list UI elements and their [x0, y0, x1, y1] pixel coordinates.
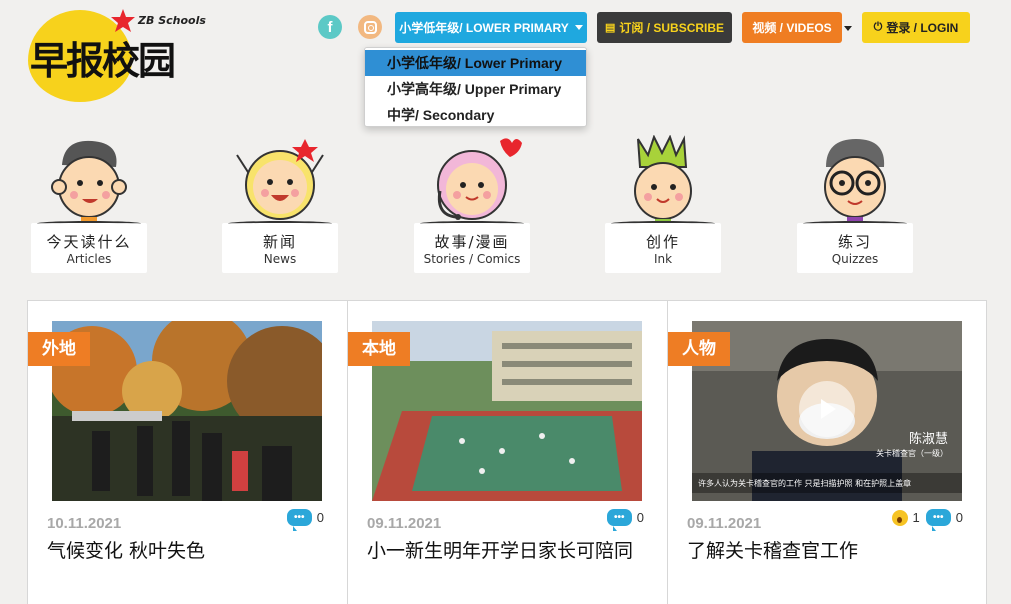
wow-count: 1: [912, 510, 920, 525]
category-tag: 人物: [668, 332, 730, 366]
category-en-label: Ink: [653, 251, 673, 266]
category-cn-label: 今天读什么: [46, 232, 132, 251]
headset-mascot-icon: [437, 138, 522, 220]
videos-label: 视频 / VIDEOS: [752, 21, 832, 35]
article-date: 10.11.2021: [47, 515, 122, 532]
category-cn-label: 故事/漫画: [434, 232, 510, 251]
category-en-label: Stories / Comics: [423, 251, 521, 266]
instagram-icon[interactable]: [358, 15, 382, 39]
article-thumbnail[interactable]: [52, 321, 322, 501]
comment-count: 0: [636, 510, 644, 525]
comment-count: 0: [316, 510, 324, 525]
category-stories-comics[interactable]: 故事/漫画 Stories / Comics: [414, 135, 530, 273]
article-card[interactable]: 外地 10.11.2021 ••• 0 气候变化 秋叶失色: [27, 301, 347, 604]
category-tag: 本地: [348, 332, 410, 366]
article-date: 09.11.2021: [367, 515, 442, 532]
category-news[interactable]: 新闻 News: [222, 135, 338, 273]
play-icon[interactable]: [799, 381, 855, 437]
category-cn-label: 练习: [837, 232, 872, 251]
article-thumbnail[interactable]: 陈淑慧 关卡稽查官（一级） 许多人认为关卡稽查官的工作 只是扫描护照 和在护照上…: [692, 321, 962, 501]
autumn-park-image: [52, 321, 322, 501]
article-card[interactable]: 本地 09.11.2021 ••• 0 小一新生明年开学日家长可陪同: [347, 301, 667, 604]
category-card: 练习 Quizzes: [797, 221, 913, 273]
dropdown-item-upper-primary[interactable]: 小学高年级/ Upper Primary: [365, 76, 586, 102]
level-dropdown-menu: 小学低年级/ Lower Primary 小学高年级/ Upper Primar…: [364, 47, 587, 127]
video-caption-role: 关卡稽查官（一级）: [876, 449, 948, 458]
videos-dropdown-caret-icon[interactable]: [844, 26, 852, 31]
comment-count: 0: [955, 510, 963, 525]
newspaper-icon: ▤: [604, 22, 616, 34]
comment-icon[interactable]: •••: [286, 509, 312, 526]
dropdown-item-lower-primary[interactable]: 小学低年级/ Lower Primary: [365, 50, 586, 76]
video-caption-name: 陈淑慧: [908, 432, 948, 447]
instagram-glyph: [363, 20, 377, 34]
video-subtitle: 许多人认为关卡稽查官的工作 只是扫描护照 和在护照上盖章: [698, 479, 912, 488]
category-articles[interactable]: 今天读什么 Articles: [31, 135, 147, 273]
logo-subtitle: ZB Schools: [138, 14, 206, 27]
article-title[interactable]: 小一新生明年开学日家长可陪同: [367, 536, 633, 563]
girl-mascot-icon: [236, 139, 324, 220]
article-reactions: ••• 0: [286, 509, 327, 526]
article-title[interactable]: 了解关卡稽查官工作: [687, 536, 858, 563]
school-court-image: [372, 321, 642, 501]
star-icon: [111, 9, 135, 32]
category-en-label: Quizzes: [831, 251, 879, 266]
subscribe-button[interactable]: ▤ 订阅 / SUBSCRIBE: [597, 12, 732, 43]
level-select-button[interactable]: 小学低年级/ LOWER PRIMARY: [395, 12, 587, 43]
category-ink[interactable]: 创作 Ink: [605, 135, 721, 273]
category-card: 故事/漫画 Stories / Comics: [414, 221, 530, 273]
article-grid: 外地 10.11.2021 ••• 0 气候变化 秋叶失色 本地 09.11.2…: [27, 300, 987, 604]
category-cn-label: 创作: [645, 232, 680, 251]
videos-button[interactable]: 视频 / VIDEOS: [742, 12, 842, 43]
dropdown-item-secondary[interactable]: 中学/ Secondary: [365, 102, 586, 128]
comment-icon[interactable]: •••: [606, 509, 632, 526]
video-caption: 陈淑慧 关卡稽查官（一级）: [876, 433, 948, 461]
wow-emoji-icon[interactable]: [891, 509, 908, 526]
article-reactions: 1 ••• 0: [891, 509, 966, 526]
category-en-label: Articles: [66, 251, 112, 266]
category-card: 创作 Ink: [605, 221, 721, 273]
logo-text: 早报校园: [30, 39, 176, 83]
login-button[interactable]: ⏻ 登录 / LOGIN: [862, 12, 970, 43]
category-quizzes[interactable]: 练习 Quizzes: [797, 135, 913, 273]
category-cn-label: 新闻: [262, 232, 297, 251]
site-logo[interactable]: 早报校园 ZB Schools: [28, 8, 208, 108]
article-date: 09.11.2021: [687, 515, 762, 532]
article-reactions: ••• 0: [606, 509, 647, 526]
article-title[interactable]: 气候变化 秋叶失色: [47, 536, 205, 563]
boy-mascot-icon: [51, 140, 127, 229]
facebook-icon[interactable]: f: [318, 15, 342, 39]
article-card[interactable]: 陈淑慧 关卡稽查官（一级） 许多人认为关卡稽查官的工作 只是扫描护照 和在护照上…: [667, 301, 987, 604]
subscribe-label: 订阅 / SUBSCRIBE: [619, 21, 725, 35]
category-card: 今天读什么 Articles: [31, 221, 147, 273]
sprout-mascot-icon: [634, 135, 692, 229]
glasses-mascot-icon: [824, 139, 886, 229]
level-select-label: 小学低年级/ LOWER PRIMARY: [399, 21, 569, 35]
power-icon: ⏻: [873, 21, 883, 33]
comment-icon[interactable]: •••: [925, 509, 951, 526]
category-card: 新闻 News: [222, 221, 338, 273]
category-en-label: News: [263, 251, 297, 266]
article-thumbnail[interactable]: [372, 321, 642, 501]
chevron-down-icon: [574, 25, 583, 30]
login-label: 登录 / LOGIN: [886, 21, 959, 35]
category-tag: 外地: [28, 332, 90, 366]
facebook-glyph: f: [327, 18, 333, 36]
